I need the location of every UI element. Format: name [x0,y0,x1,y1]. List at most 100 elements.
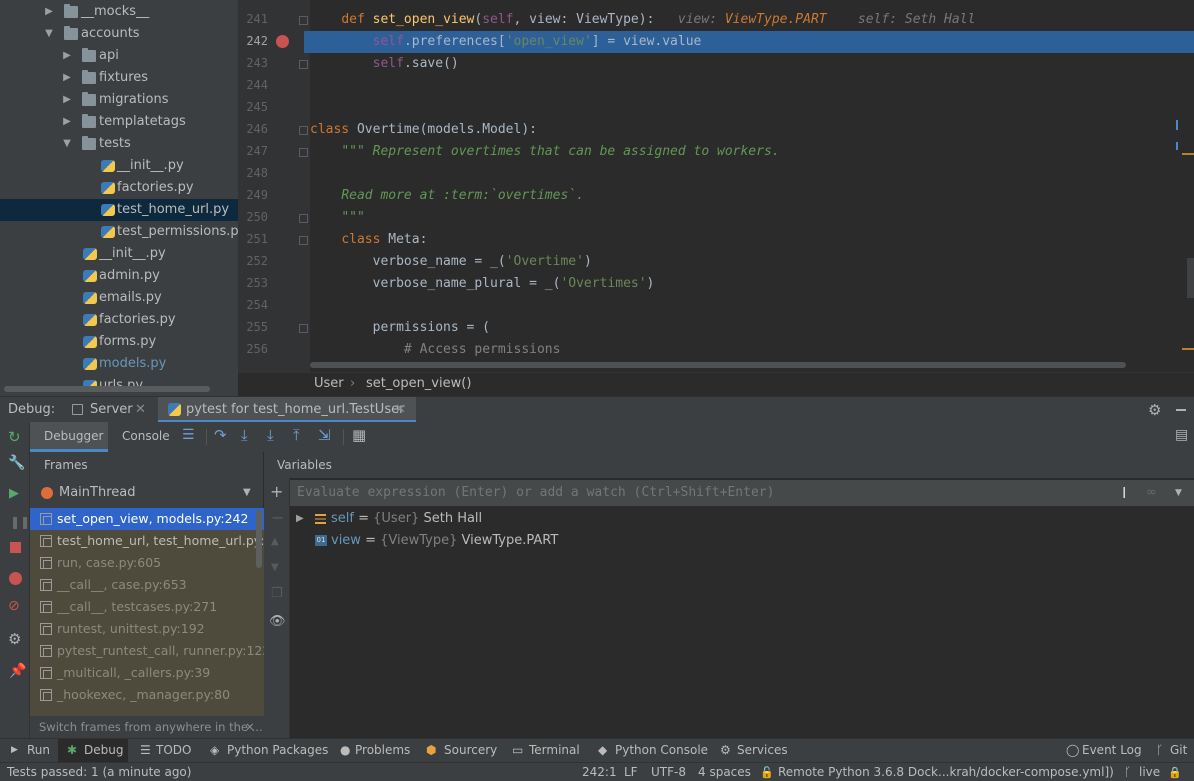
run-to-cursor-icon[interactable]: ⇲ [318,426,331,444]
tree-item-api[interactable]: ▶ api [0,45,238,67]
show-execution-point-icon[interactable]: ☰ [182,427,195,443]
toolwindow-run[interactable]: ▶ Run [6,739,54,762]
git-branch[interactable]: live [1139,763,1160,781]
chevron-right-icon[interactable]: ▶ [61,67,73,89]
close-icon[interactable]: ✕ [395,397,406,423]
wrench-icon[interactable]: 🔧 [8,455,25,471]
copy-icon[interactable]: ❐ [271,586,283,601]
editor-horizontal-scrollbar[interactable] [310,362,1126,368]
minimize-icon[interactable] [1176,409,1186,411]
toolwindow-todo[interactable]: ☰ TODO [136,739,194,762]
frame-item[interactable]: _multicall, _callers.py:39 [30,662,264,684]
thread-selector[interactable]: MainThread ▼ [30,481,264,505]
toolwindow-event-log[interactable]: ◯ Event Log [1062,739,1142,762]
caret-position[interactable]: 242:1 [582,763,617,781]
gear-icon[interactable]: ⚙ [8,630,21,648]
pause-icon[interactable]: ❚❚ [10,515,30,529]
view-breakpoints-icon[interactable] [9,572,22,585]
indent-setting[interactable]: 4 spaces [698,763,751,781]
status-message[interactable]: Tests passed: 1 (a minute ago) [7,763,191,781]
toolwindow-problems[interactable]: ● Problems [336,739,416,762]
code-line[interactable]: self.save() [310,53,459,75]
tree-item-emails[interactable]: emails.py [0,287,238,309]
step-into-icon[interactable]: ⤓ [241,426,248,444]
frame-item[interactable]: set_open_view, models.py:242 [30,508,264,530]
tree-item-test-home-url[interactable]: test_home_url.py [0,199,238,221]
tab-pytest-label[interactable]: pytest for test_home_url.TestUser [186,397,404,423]
line-separator[interactable]: LF [624,763,638,781]
code-line[interactable]: verbose_name = _('Overtime') [310,251,592,273]
chevron-down-icon[interactable]: ▼ [1175,488,1182,498]
frame-item[interactable]: test_home_url, test_home_url.py:2 [30,530,264,552]
chevron-right-icon[interactable]: ▶ [296,508,304,530]
tree-item-test-permissions[interactable]: test_permissions.py [0,221,238,243]
toolwindow-debug[interactable]: ✱ Debug [58,739,128,762]
tree-item-init[interactable]: __init__.py [0,243,238,265]
toolwindow-git[interactable]: ᚴ Git [1152,739,1192,762]
mute-breakpoints-icon[interactable]: ⊘ [8,598,20,614]
breadcrumb-item[interactable]: User [314,373,344,395]
evaluate-expression-icon[interactable]: ▦ [352,426,366,444]
code-line[interactable]: self.preferences['open_view'] = view.val… [310,31,702,53]
chevron-right-icon[interactable]: ▶ [61,89,73,111]
tab-server[interactable]: Server [90,397,133,423]
tree-item-templatetags[interactable]: ▶ templatetags [0,111,238,133]
breadcrumb-item[interactable]: set_open_view() [366,373,471,395]
move-up-icon[interactable]: ▲ [271,536,279,547]
fold-marker-icon[interactable] [299,60,308,69]
tree-item-fixtures[interactable]: ▶ fixtures [0,67,238,89]
python-interpreter[interactable]: Remote Python 3.6.8 Dock...krah/docker-c… [778,763,1114,781]
frame-item[interactable]: __call__, case.py:653 [30,574,264,596]
pin-icon[interactable]: 📌 [9,663,26,679]
lock-icon[interactable]: 🔓 [760,763,774,781]
infinity-icon[interactable]: ∞ [1146,485,1157,500]
evaluate-expression-input[interactable] [290,480,1194,506]
breakpoint-icon[interactable] [276,35,289,48]
toolwindow-sourcery[interactable]: ⬢ Sourcery [422,739,498,762]
chevron-down-icon[interactable]: ▼ [43,23,55,45]
variable-row[interactable]: 01 view = {ViewType} ViewType.PART [290,530,1194,552]
close-icon[interactable]: ✕ [135,397,146,423]
variable-row[interactable]: ▶ self = {User} Seth Hall [290,508,1194,530]
layout-icon[interactable]: ▤ [1175,427,1188,443]
gear-icon[interactable]: ⚙ [1148,397,1161,423]
chevron-down-icon[interactable]: ▼ [61,133,73,155]
frame-item[interactable]: _hookexec, _manager.py:80 [30,684,264,706]
step-into-my-code-icon[interactable]: ⤓ [267,426,274,444]
code-line[interactable]: permissions = ( [310,317,490,339]
add-watch-icon[interactable]: + [270,482,283,501]
close-icon[interactable]: ✕ [245,716,255,738]
file-encoding[interactable]: UTF-8 [651,763,686,781]
fold-marker-icon[interactable] [299,148,308,157]
tree-item-factories[interactable]: factories.py [0,309,238,331]
chevron-right-icon[interactable]: ▶ [43,1,55,23]
code-line[interactable]: """ Represent overtimes that can be assi… [310,141,779,163]
fold-marker-icon[interactable] [299,236,308,245]
move-down-icon[interactable]: ▼ [271,562,279,573]
toolwindow-terminal[interactable]: ▭ Terminal [508,739,580,762]
tree-item-migrations[interactable]: ▶ migrations [0,89,238,111]
resume-icon[interactable]: ▶ [9,486,19,501]
tab-debugger[interactable]: Debugger [44,429,103,443]
frame-item[interactable] [30,706,264,716]
code-line[interactable]: class Overtime(models.Model): [310,119,537,141]
code-line[interactable]: Read more at :term:`overtimes`. [310,185,584,207]
code-line[interactable]: class Meta: [310,229,427,251]
frames-scrollbar[interactable] [256,510,262,568]
chevron-down-icon[interactable]: ▼ [243,481,251,505]
toolwindow-python-console[interactable]: ◆ Python Console [594,739,708,762]
project-scrollbar[interactable] [4,386,210,392]
fold-marker-icon[interactable] [299,126,308,135]
tree-item-tests-init[interactable]: __init__.py [0,155,238,177]
tree-item-forms[interactable]: forms.py [0,331,238,353]
fold-marker-icon[interactable] [299,214,308,223]
tree-item-mocks[interactable]: ▶ __mocks__ [0,1,238,23]
code-line[interactable]: verbose_name_plural = _('Overtimes') [310,273,655,295]
frame-item[interactable]: pytest_runtest_call, runner.py:122 [30,640,264,662]
chevron-right-icon[interactable]: ▶ [61,45,73,67]
editor-vertical-scrollbar[interactable] [1187,258,1194,298]
step-out-icon[interactable]: ⤒ [293,426,300,444]
frame-item[interactable]: __call__, testcases.py:271 [30,596,264,618]
frame-item[interactable]: run, case.py:605 [30,552,264,574]
fold-marker-icon[interactable] [299,16,308,25]
